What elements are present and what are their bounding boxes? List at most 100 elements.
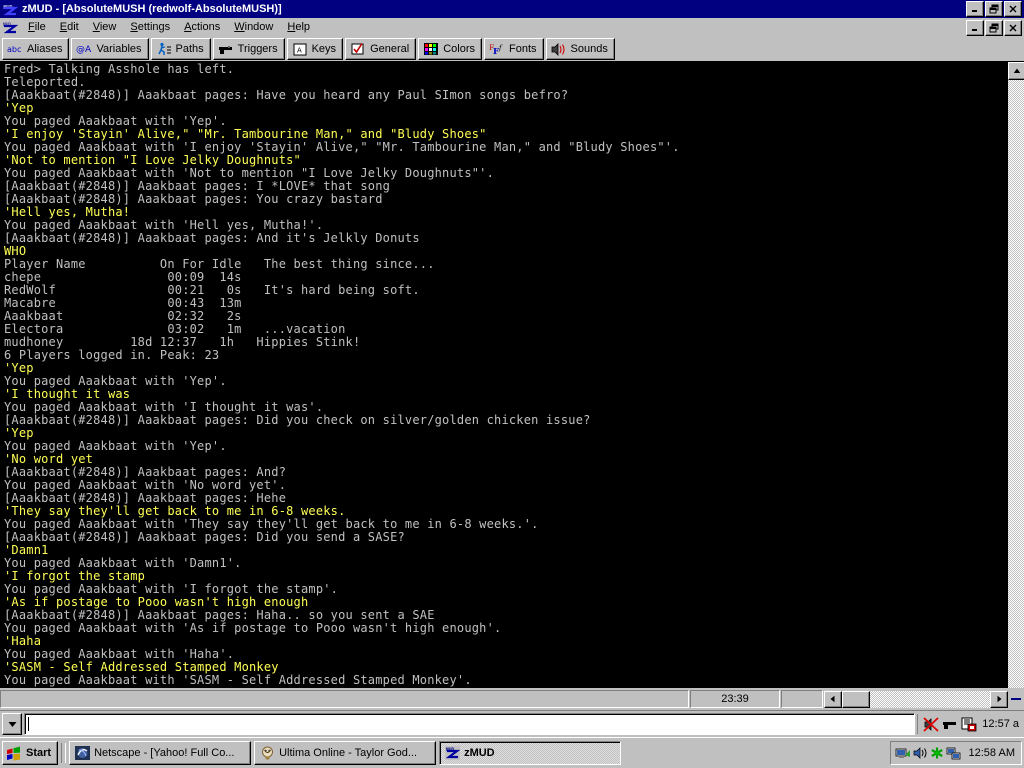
window-titlebar[interactable]: MUD zMUD - [AbsoluteMUSH (redwolf-Absolu… [0, 0, 1024, 18]
menu-settings[interactable]: Settings [123, 19, 177, 36]
window-minimize-button[interactable] [966, 1, 984, 17]
checkbox-icon [350, 42, 366, 57]
command-bar-clock: 12:57 a [982, 718, 1019, 730]
toolbar-label-sounds: Sounds [571, 43, 608, 55]
menu-window-accel: W [234, 21, 244, 33]
menu-edit[interactable]: Edit [53, 19, 86, 36]
save-session-icon[interactable] [960, 716, 977, 732]
menu-settings-accel: S [130, 21, 137, 33]
taskbar-button-ultima-online[interactable]: Ultima Online - Taylor God... [254, 741, 436, 765]
toolbar-button-colors[interactable]: Colors [418, 38, 482, 60]
sound-muted-icon[interactable] [922, 716, 939, 732]
start-button-label: Start [26, 747, 51, 759]
svg-text:A: A [297, 46, 302, 54]
menu-settings-rest: ettings [138, 21, 170, 33]
zmud-app-icon[interactable]: MUD [2, 2, 18, 16]
toolbar-label-colors: Colors [443, 43, 475, 55]
toolbar-button-sounds[interactable]: Sounds [546, 38, 615, 60]
terminal-horizontal-scrollbar[interactable] [824, 691, 1008, 708]
menu-file-accel: F [28, 21, 35, 33]
zmud-application-window: MUD zMUD - [AbsoluteMUSH (redwolf-Absolu… [0, 0, 1024, 768]
window-resize-grip[interactable] [1008, 691, 1024, 708]
toolbar-button-keys[interactable]: A Keys [287, 38, 343, 60]
window-restore-button[interactable] [985, 1, 1003, 17]
toolbar-button-aliases[interactable]: abc Aliases [2, 38, 69, 60]
terminal-line: [Aaakbaat(#2848)] Aaakbaat pages: You cr… [4, 193, 1007, 206]
hscroll-thumb[interactable] [842, 691, 870, 708]
taskbar-clock: 12:58 AM [969, 747, 1015, 759]
window-title: zMUD - [AbsoluteMUSH (redwolf-AbsoluteMU… [22, 3, 282, 15]
mdi-restore-button[interactable] [985, 20, 1003, 36]
taskbar-label-zmud: zMUD [464, 747, 495, 759]
command-history-dropdown[interactable] [2, 713, 22, 735]
toolbar-label-triggers: Triggers [238, 43, 278, 55]
taskbar-button-zmud[interactable]: MUD zMUD [439, 741, 621, 765]
windows-taskbar: Start Netscape - [Yahoo! Full Co... [0, 737, 1024, 768]
status-message-pane [0, 690, 689, 708]
status-connect-time: 23:39 [690, 690, 780, 708]
volume-speaker-icon[interactable] [912, 745, 929, 761]
taskbar-label-netscape: Netscape - [Yahoo! Full Co... [94, 747, 234, 759]
terminal-line: 6 Players logged in. Peak: 23 [4, 349, 1007, 362]
svg-text:f: f [498, 44, 503, 52]
taskbar-button-netscape[interactable]: Netscape - [Yahoo! Full Co... [69, 741, 251, 765]
at-a-icon: @A [76, 42, 92, 57]
toolbar-button-variables[interactable]: @A Variables [71, 38, 148, 60]
menu-window-rest: indow [245, 21, 274, 33]
font-letters-icon: F F f [489, 42, 505, 57]
text-caret [28, 717, 29, 731]
menu-actions-rest: ctions [191, 21, 220, 33]
terminal-line: [Aaakbaat(#2848)] Aaakbaat pages: And it… [4, 232, 1007, 245]
terminal-line: You paged Aaakbaat with 'Damn1'. [4, 557, 1007, 570]
abc-icon: abc [7, 42, 23, 57]
mdi-document-icon[interactable]: MUD [1, 20, 19, 36]
menu-file[interactable]: File [21, 19, 53, 36]
toolbar-label-general: General [370, 43, 409, 55]
scroll-up-button[interactable] [1008, 62, 1024, 80]
toolbar-label-variables: Variables [96, 43, 141, 55]
terminal-line: [Aaakbaat(#2848)] Aaakbaat pages: Have y… [4, 89, 1007, 102]
menu-window[interactable]: Window [227, 19, 280, 36]
terminal-line: Fred> Talking Asshole has left. [4, 63, 1007, 76]
svg-text:abc: abc [7, 45, 21, 54]
toolbar-label-fonts: Fonts [509, 43, 537, 55]
dialup-modem-icon[interactable] [895, 745, 912, 761]
terminal-line: You paged Aaakbaat with 'Yep'. [4, 440, 1007, 453]
taskbar-divider [61, 743, 66, 763]
terminal-vertical-scrollbar[interactable] [1007, 62, 1024, 688]
toolbar-button-general[interactable]: General [345, 38, 416, 60]
zmud-icon: MUD [444, 745, 460, 761]
menu-view[interactable]: View [86, 19, 124, 36]
status-extra-pane [781, 690, 823, 708]
mdi-close-button[interactable] [1004, 20, 1022, 36]
menu-help-rest: elp [295, 21, 310, 33]
scroll-right-button[interactable] [990, 691, 1008, 708]
toolbar-button-triggers[interactable]: Triggers [213, 38, 285, 60]
toolbar-button-paths[interactable]: Paths [151, 38, 211, 60]
command-bar-tray: 12:57 a [917, 714, 1022, 734]
toolbar-button-fonts[interactable]: F F f Fonts [484, 38, 544, 60]
network-icon[interactable] [946, 745, 963, 761]
scroll-left-button[interactable] [824, 691, 842, 708]
menu-edit-accel: E [60, 21, 67, 33]
terminal-area: Fred> Talking Asshole has left.Teleporte… [0, 62, 1024, 688]
start-button[interactable]: Start [2, 741, 58, 765]
speaker-icon [551, 42, 567, 57]
color-palette-icon [423, 42, 439, 57]
taskbar-label-ultima-online: Ultima Online - Taylor God... [279, 747, 417, 759]
menu-view-accel: V [93, 21, 100, 33]
trigger-gun-icon[interactable] [941, 716, 958, 732]
window-close-button[interactable] [1004, 1, 1022, 17]
menu-actions[interactable]: Actions [177, 19, 227, 36]
terminal-output[interactable]: Fred> Talking Asshole has left.Teleporte… [0, 62, 1007, 688]
terminal-line: You paged Aaakbaat with 'As if postage t… [4, 622, 1007, 635]
hscroll-track[interactable] [842, 691, 990, 708]
terminal-line: [Aaakbaat(#2848)] Aaakbaat pages: Did yo… [4, 414, 1007, 427]
scroll-track[interactable] [1008, 80, 1024, 688]
green-asterisk-icon[interactable] [929, 745, 946, 761]
menu-help[interactable]: Help [280, 19, 317, 36]
mdi-minimize-button[interactable] [966, 20, 984, 36]
command-input[interactable] [24, 713, 915, 735]
menu-file-rest: ile [35, 21, 46, 33]
terminal-line: [Aaakbaat(#2848)] Aaakbaat pages: Did yo… [4, 531, 1007, 544]
